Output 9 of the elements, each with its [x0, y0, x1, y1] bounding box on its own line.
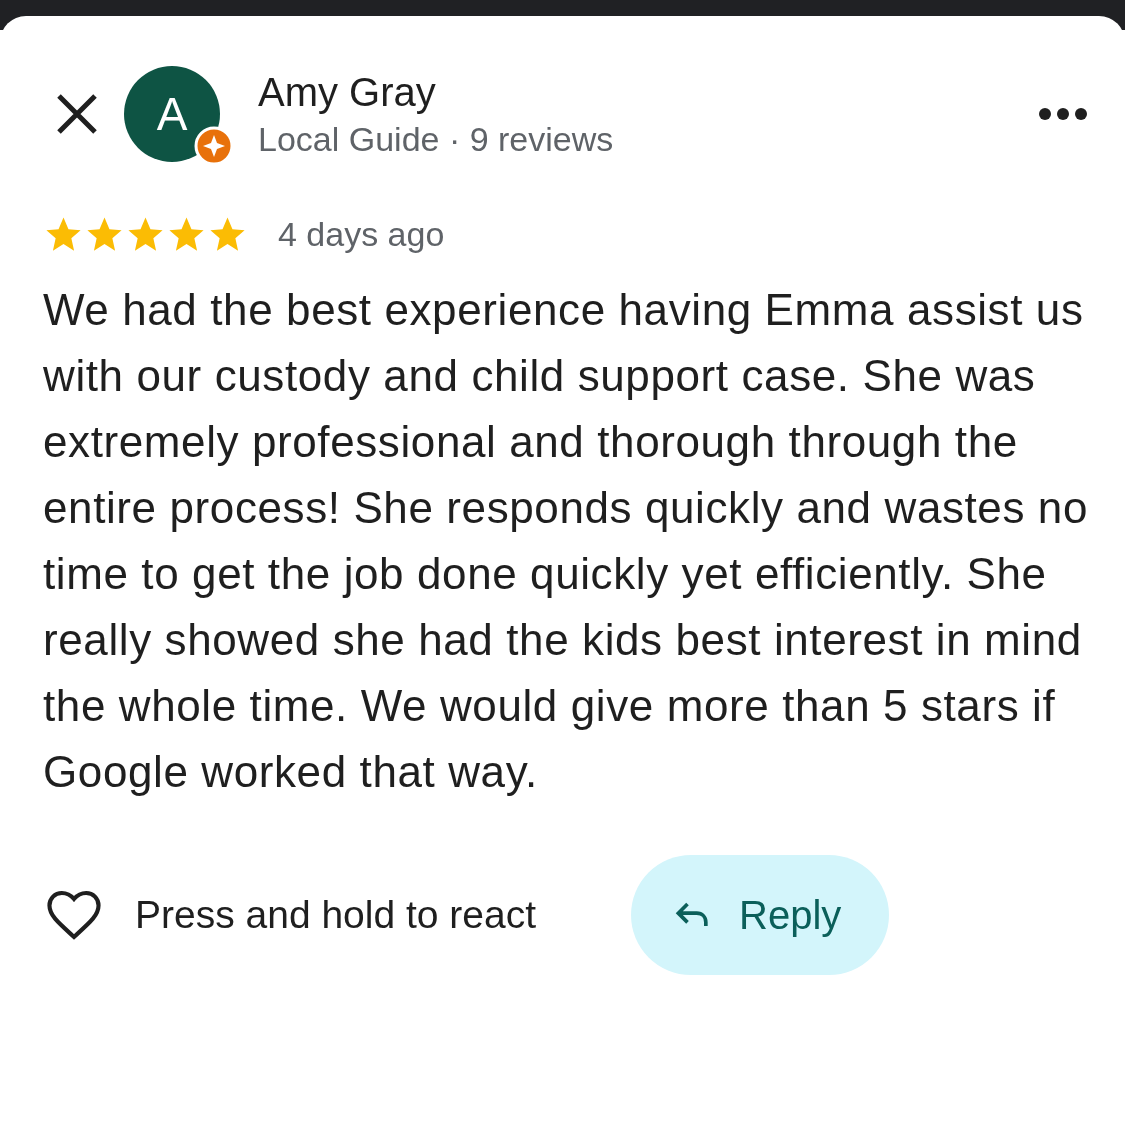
reviewer-details: Local Guide · 9 reviews: [258, 119, 615, 160]
reviewer-name[interactable]: Amy Gray: [258, 67, 1038, 117]
close-icon[interactable]: [55, 92, 99, 136]
review-date: 4 days ago: [278, 215, 445, 254]
review-text: We had the best experience having Emma assist us with our custody and child support case. She was extremely professional and thorough through the entire process! She responds quickly and wastes no time to get the job done quickly yet efficiently. She really showed she had the kids best interest in mind the whole time. We would give more than 5 stars if Google worked that way.: [43, 284, 1088, 798]
react-button[interactable]: Press and hold to react: [43, 884, 537, 946]
reply-button[interactable]: Reply: [631, 855, 890, 975]
avatar[interactable]: A: [124, 66, 220, 162]
more-options-icon[interactable]: [1038, 107, 1088, 121]
